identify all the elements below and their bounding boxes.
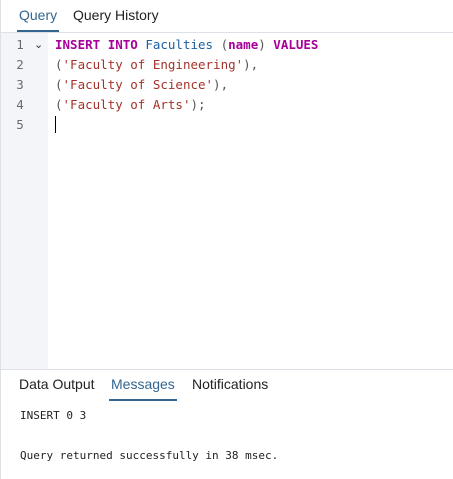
string-literal: 'Faculty of Engineering' [62, 57, 244, 72]
keyword-into: INTO [107, 37, 138, 52]
tab-notifications[interactable]: Notifications [190, 370, 270, 401]
line-number: 4 [16, 97, 24, 112]
line-number: 2 [16, 57, 24, 72]
keyword-values: VALUES [273, 37, 319, 52]
line-number-gutter: 1 ⌄ 2 3 4 5 [1, 33, 48, 369]
query-tool-panel: Query Query History 1 ⌄ 2 3 4 5 INSERT I… [0, 0, 453, 479]
column-name: name [228, 37, 259, 52]
table-name: Faculties [145, 37, 214, 52]
line-number: 3 [16, 77, 24, 92]
tab-data-output[interactable]: Data Output [17, 370, 97, 401]
open-paren: ( [55, 57, 63, 72]
keyword-insert: INSERT [55, 37, 101, 52]
string-literal: 'Faculty of Science' [62, 77, 214, 92]
close-paren: ) [258, 37, 266, 52]
message-status: Query returned successfully in 38 msec. [20, 449, 279, 462]
messages-panel: INSERT 0 3 Query returned successfully i… [1, 401, 453, 479]
open-paren: ( [55, 77, 63, 92]
open-paren: ( [220, 37, 229, 52]
fold-chevron-icon[interactable]: ⌄ [34, 35, 43, 55]
code-line-2: ('Faculty of Engineering'), [55, 55, 258, 75]
tab-query[interactable]: Query [17, 0, 60, 32]
string-literal: 'Faculty of Arts' [62, 97, 191, 112]
close-punct: ), [213, 77, 229, 92]
message-result: INSERT 0 3 [20, 409, 87, 422]
line-number: 5 [16, 117, 24, 132]
tab-query-history[interactable]: Query History [71, 0, 161, 32]
open-paren: ( [55, 97, 63, 112]
close-punct: ); [190, 97, 206, 112]
code-line-1: INSERT INTO Faculties (name) VALUES [55, 35, 318, 55]
sql-editor[interactable]: 1 ⌄ 2 3 4 5 INSERT INTO Faculties (name)… [1, 33, 453, 369]
tab-messages[interactable]: Messages [109, 370, 177, 401]
query-tab-bar: Query Query History [1, 0, 453, 33]
code-line-4: ('Faculty of Arts'); [55, 95, 206, 115]
line-number: 1 [16, 37, 24, 52]
code-line-3: ('Faculty of Science'), [55, 75, 228, 95]
output-tab-bar: Data Output Messages Notifications [1, 369, 453, 402]
text-cursor [55, 116, 56, 133]
close-punct: ), [243, 57, 259, 72]
